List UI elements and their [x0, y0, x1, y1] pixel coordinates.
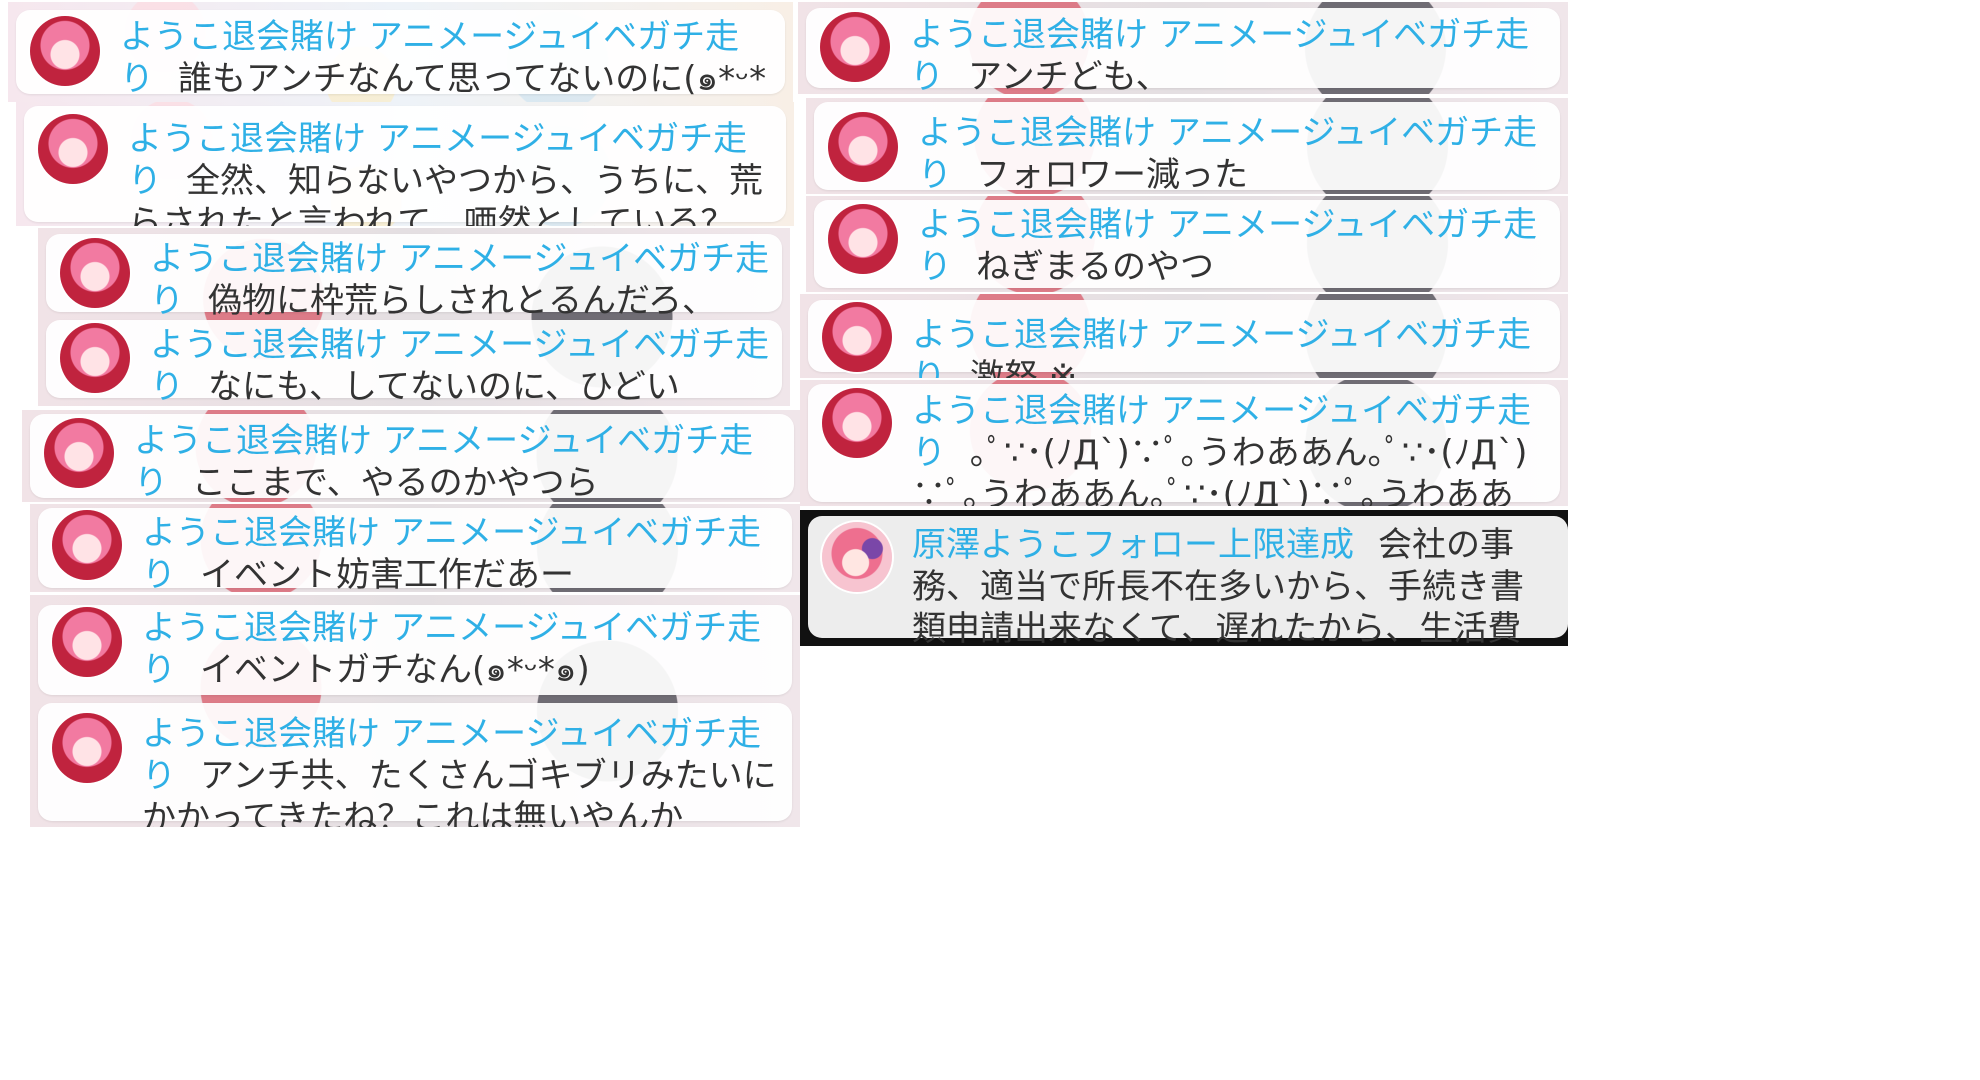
chat-message: ようこ退会賭け アニメージュイベガチ走り 全然、知らないやつから、うちに、荒らされ… [128, 118, 780, 226]
user-avatar[interactable] [60, 323, 130, 393]
message-text: なにも、してないのに、ひどい [208, 367, 680, 406]
message-text: イベントガチなん(๑*ᵕ*๑) [200, 650, 590, 690]
chat-screenshot: ようこ退会賭け アニメージュイベガチ走り イベントガチなん(๑*ᵕ*๑) ようこ退… [30, 595, 800, 827]
chat-screenshot: ようこ退会賭け アニメージュイベガチ走り 誰もアンチなんて思ってないのに(๑*ᵕ*… [8, 2, 793, 102]
user-avatar[interactable] [828, 112, 898, 182]
user-avatar[interactable] [38, 114, 108, 184]
username[interactable]: 原澤ようこフォロー上限達成 [912, 525, 1354, 565]
chat-message: ようこ退会賭け アニメージュイベガチ走り アンチども、 [910, 14, 1554, 94]
user-avatar[interactable] [822, 522, 892, 592]
chat-screenshot: ようこ退会賭け アニメージュイベガチ走り 偽物に枠荒らしされとるんだろ、 ようこ退… [38, 228, 790, 406]
user-avatar[interactable] [60, 238, 130, 308]
user-avatar[interactable] [52, 713, 122, 783]
user-avatar[interactable] [820, 12, 890, 82]
user-avatar[interactable] [44, 418, 114, 488]
message-text: アンチ共、たくさんゴキブリみたいにかかってきたね？これは無いやんか [142, 756, 777, 827]
chat-screenshot: ようこ退会賭け アニメージュイベガチ走り イベント妨害工作だあー [30, 504, 800, 592]
message-text: フォロワー減った [976, 155, 1248, 194]
message-text: 激怒 ※ [970, 357, 1078, 378]
message-text: ねぎまるのやつ [976, 247, 1214, 287]
user-avatar[interactable] [822, 302, 892, 372]
chat-screenshot: ようこ退会賭け アニメージュイベガチ走り 全然、知らないやつから、うちに、荒らされ… [16, 102, 794, 226]
user-avatar[interactable] [822, 388, 892, 458]
chat-message: ようこ退会賭け アニメージュイベガチ走り ねぎまるのやつ [918, 204, 1554, 288]
chat-message: ようこ退会賭け アニメージュイベガチ走り 偽物に枠荒らしされとるんだろ、 [150, 238, 776, 322]
message-text: ｡ﾟ∵･(ﾉД`)∵ﾟ｡うわああん｡ﾟ∵･(ﾉД`)∵ﾟ｡うわああん｡ﾟ∵･(ﾉ… [912, 433, 1528, 506]
message-text: ここまで、やるのかやつら [192, 463, 599, 502]
chat-message: ようこ退会賭け アニメージュイベガチ走り イベントガチなん(๑*ᵕ*๑) [142, 607, 786, 691]
chat-message: ようこ退会賭け アニメージュイベガチ走り ｡ﾟ∵･(ﾉД`)∵ﾟ｡うわああん｡ﾟ∵… [912, 390, 1554, 506]
user-avatar[interactable] [52, 510, 122, 580]
user-avatar[interactable] [828, 204, 898, 274]
user-avatar[interactable] [30, 16, 100, 86]
chat-screenshot: ようこ退会賭け アニメージュイベガチ走り ねぎまるのやつ [806, 196, 1568, 292]
chat-message: ようこ退会賭け アニメージュイベガチ走り アンチ共、たくさんゴキブリみたいにかかっ… [142, 713, 786, 827]
chat-message: ようこ退会賭け アニメージュイベガチ走り ここまで、やるのかやつら [134, 420, 788, 502]
message-text: 偽物に枠荒らしされとるんだろ、 [208, 281, 716, 321]
chat-message: ようこ退会賭け アニメージュイベガチ走り イベント妨害工作だあー [142, 512, 786, 592]
message-text: アンチども、 [968, 57, 1170, 94]
chat-screenshot: ようこ退会賭け アニメージュイベガチ走り アンチども、 [798, 2, 1568, 94]
chat-screenshot: 原澤ようこフォロー上限達成 会社の事務、適当で所長不在多いから、手続き書類申請出来… [800, 510, 1568, 646]
chat-message: ようこ退会賭け アニメージュイベガチ走り 誰もアンチなんて思ってないのに(๑*ᵕ*… [120, 16, 779, 102]
message-text: 全然、知らないやつから、うちに、荒らされたと言われて、唖然としている？ [128, 161, 763, 226]
chat-screenshot: ようこ退会賭け アニメージュイベガチ走り ｡ﾟ∵･(ﾉД`)∵ﾟ｡うわああん｡ﾟ∵… [800, 380, 1568, 506]
chat-message: ようこ退会賭け アニメージュイベガチ走り フォロワー減った [918, 112, 1554, 194]
chat-message: ようこ退会賭け アニメージュイベガチ走り なにも、してないのに、ひどい [150, 324, 776, 406]
chat-screenshot: ようこ退会賭け アニメージュイベガチ走り 激怒 ※ [800, 294, 1568, 378]
chat-screenshot: ようこ退会賭け アニメージュイベガチ走り フォロワー減った [806, 98, 1568, 194]
chat-message: 原澤ようこフォロー上限達成 会社の事務、適当で所長不在多いから、手続き書類申請出来… [912, 524, 1554, 646]
chat-message: ようこ退会賭け アニメージュイベガチ走り 激怒 ※ [912, 314, 1554, 378]
chat-screenshot: ようこ退会賭け アニメージュイベガチ走り ここまで、やるのかやつら [22, 410, 802, 502]
message-text: イベント妨害工作だあー [200, 555, 574, 592]
message-text: 誰もアンチなんて思ってないのに(๑*ᵕ*๑) [120, 59, 767, 102]
user-avatar[interactable] [52, 607, 122, 677]
